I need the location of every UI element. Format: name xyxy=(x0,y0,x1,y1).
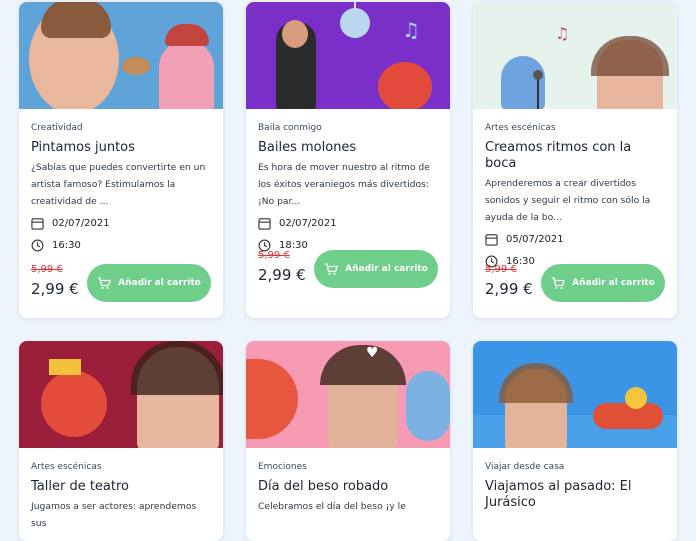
cart-label: Añadir al carrito xyxy=(572,278,655,288)
course-description: Aprenderemos a crear divertidos sonidos … xyxy=(485,178,651,223)
course-card[interactable]: Creatividad Pintamos juntos ¿Sabías que … xyxy=(19,2,223,318)
course-image[interactable] xyxy=(473,341,677,448)
course-image[interactable]: ♥ xyxy=(246,341,450,448)
date-text: 02/07/2021 xyxy=(279,217,337,229)
course-title[interactable]: Taller de teatro xyxy=(31,479,211,495)
date-text: 05/07/2021 xyxy=(506,233,564,245)
old-price: 5,99 € xyxy=(485,264,517,275)
course-date: 02/07/2021 xyxy=(258,214,438,232)
course-image[interactable] xyxy=(19,341,223,448)
date-text: 02/07/2021 xyxy=(52,217,110,229)
calendar-icon xyxy=(485,233,498,246)
course-image[interactable]: ♫ xyxy=(246,2,450,109)
price-area: 5,99 € 2,99 € Añadir al carrito xyxy=(485,264,665,304)
add-to-cart-button[interactable]: Añadir al carrito xyxy=(87,264,211,302)
course-image[interactable] xyxy=(19,2,223,109)
cart-icon xyxy=(552,276,565,289)
course-card[interactable]: Artes escénicas Taller de teatro Jugamos… xyxy=(19,341,223,541)
cart-icon xyxy=(325,262,338,275)
course-card[interactable]: Viajar desde casa Viajamos al pasado: El… xyxy=(473,341,677,541)
course-category: Creatividad xyxy=(31,123,83,133)
cart-label: Añadir al carrito xyxy=(345,264,428,274)
course-category: Viajar desde casa xyxy=(485,462,565,472)
course-time: 16:30 xyxy=(31,236,211,254)
old-price: 5,99 € xyxy=(31,264,63,275)
cart-label: Añadir al carrito xyxy=(118,278,201,288)
course-category: Baila conmigo xyxy=(258,123,322,133)
course-description: Es hora de mover nuestro al ritmo de los… xyxy=(258,162,430,207)
course-title[interactable]: Pintamos juntos xyxy=(31,140,211,156)
add-to-cart-button[interactable]: Añadir al carrito xyxy=(541,264,665,302)
course-image[interactable]: ♫ xyxy=(473,2,677,109)
course-description: ¿Sabías que puedes convertirte en un art… xyxy=(31,162,206,207)
calendar-icon xyxy=(31,217,44,230)
course-title[interactable]: Día del beso robado xyxy=(258,479,438,495)
course-category: Artes escénicas xyxy=(31,462,102,472)
course-description: Jugamos a ser actores: aprendemos sus xyxy=(31,501,197,529)
price-area: 5,99 € 2,99 € Añadir al carrito xyxy=(31,264,211,304)
price: 2,99 € xyxy=(258,266,306,284)
course-title[interactable]: Bailes molones xyxy=(258,140,438,156)
course-description: Celebramos el día del beso ¡y le xyxy=(258,501,406,512)
price: 2,99 € xyxy=(31,280,79,298)
course-category: Emociones xyxy=(258,462,307,472)
price: 2,99 € xyxy=(485,280,533,298)
old-price: 5,99 € xyxy=(258,250,290,261)
add-to-cart-button[interactable]: Añadir al carrito xyxy=(314,250,438,288)
course-card[interactable]: ♫ Artes escénicas Creamos ritmos con la … xyxy=(473,2,677,318)
course-title[interactable]: Viajamos al pasado: El Jurásico xyxy=(485,479,665,511)
time-text: 18:30 xyxy=(279,239,308,251)
course-card[interactable]: ♥ Emociones Día del beso robado Celebram… xyxy=(246,341,450,541)
clock-icon xyxy=(31,239,44,251)
course-category: Artes escénicas xyxy=(485,123,556,133)
course-date: 02/07/2021 xyxy=(31,214,211,232)
course-card[interactable]: ♫ Baila conmigo Bailes molones Es hora d… xyxy=(246,2,450,318)
price-area: 5,99 € 2,99 € Añadir al carrito xyxy=(258,250,438,290)
cart-icon xyxy=(98,276,111,289)
time-text: 16:30 xyxy=(52,239,81,251)
course-title[interactable]: Creamos ritmos con la boca xyxy=(485,140,665,172)
course-date: 05/07/2021 xyxy=(485,230,665,248)
calendar-icon xyxy=(258,217,271,230)
